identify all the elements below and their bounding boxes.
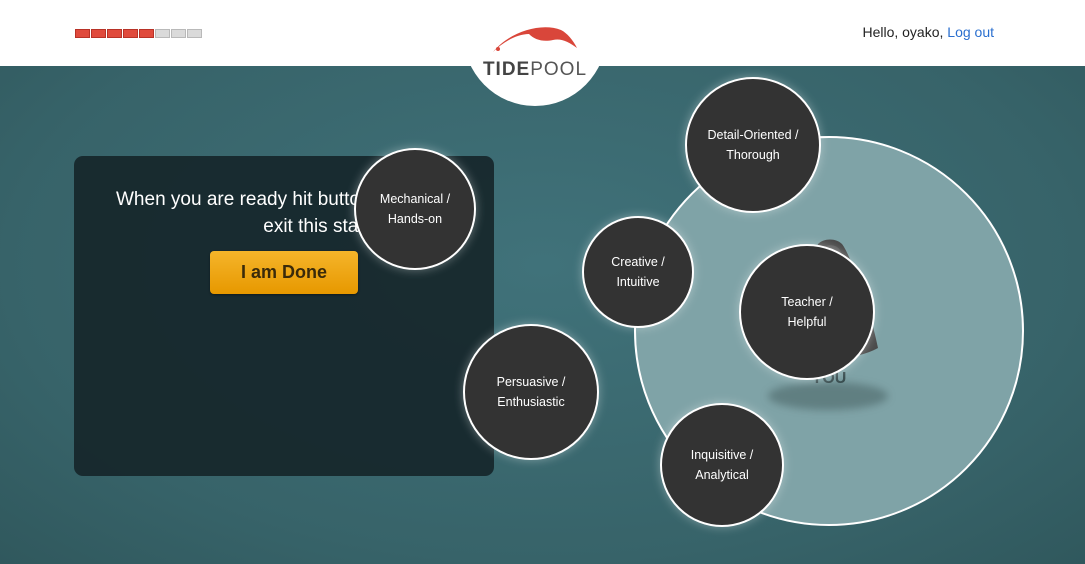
progress-segment [107,29,122,38]
greeting-text: Hello, oyako, [862,24,944,40]
progress-segment [187,29,202,38]
progress-segment [155,29,170,38]
progress-segment [91,29,106,38]
i-am-done-button[interactable]: I am Done [210,251,358,294]
user-greeting: Hello, oyako, Log out [862,24,994,40]
trait-bubble-detail-oriented[interactable]: Detail-Oriented / Thorough [685,77,821,213]
progress-segment [139,29,154,38]
trait-bubble-teacher[interactable]: Teacher / Helpful [739,244,875,380]
trait-bubble-mechanical[interactable]: Mechanical / Hands-on [354,148,476,270]
bubble-label: Mechanical / Hands-on [379,192,451,226]
bubble-label: Detail-Oriented / Thorough [707,128,799,162]
bubble-label: Persuasive / Enthusiastic [496,375,566,409]
logout-link[interactable]: Log out [947,24,994,40]
wave-logo-icon [493,27,577,52]
trait-bubble-persuasive[interactable]: Persuasive / Enthusiastic [463,324,599,460]
progress-segment [75,29,90,38]
progress-bar [75,29,202,38]
logo-wordmark: TIDEPOOL [482,59,588,80]
bubble-label: Teacher / Helpful [781,295,833,329]
bubble-label: Inquisitive / Analytical [690,448,754,482]
bubble-label: Creative / Intuitive [611,255,665,289]
trait-bubble-creative[interactable]: Creative / Intuitive [582,216,694,328]
progress-segment [123,29,138,38]
trait-bubble-inquisitive[interactable]: Inquisitive / Analytical [660,403,784,527]
progress-segment [171,29,186,38]
